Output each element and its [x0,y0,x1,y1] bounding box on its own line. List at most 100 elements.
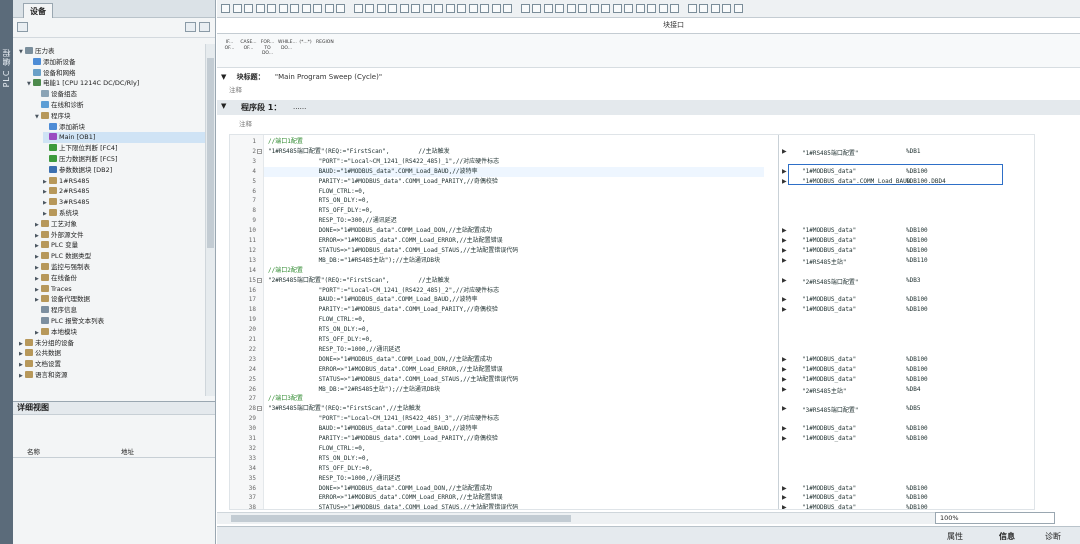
tree-item[interactable]: ▶ PLC 变量 [35,240,205,251]
network-collapse-icon[interactable]: ▼ [221,102,226,110]
tree-item[interactable]: ▶ 2#RS485 [43,186,205,197]
editor-toolbar-button[interactable] [722,4,731,13]
watch-arrow-icon[interactable]: ▶ [782,386,787,393]
editor-toolbar-button[interactable] [411,4,420,13]
instruction-button[interactable]: WHILE... DO... [278,40,297,62]
code-line[interactable]: "PORT":="Local~CM_1241_(RS422_485)_1",//… [268,157,500,167]
code-line[interactable]: "3#RS485端口配置"(REQ:="FirstScan",//主站触发 [268,404,421,414]
plc-programming-side-tab[interactable]: PLC 编程 [0,0,13,544]
zoom-select[interactable]: 100% [935,512,1055,524]
info-tab[interactable]: 信息 [999,531,1015,542]
code-line[interactable]: RTS_OFF_DLY:=0, [268,464,373,474]
editor-toolbar-button[interactable] [480,4,489,13]
tree-item[interactable]: 添加新设备 [27,57,205,68]
tree-item[interactable]: ▶ 1#RS485 [43,176,205,187]
code-line[interactable]: RTS_ON_DLY:=0, [268,325,370,335]
editor-toolbar-button[interactable] [445,4,455,13]
code-line[interactable]: DONE=>"1#MODBUS_data".COMM_Load_DON,//主站… [268,355,492,365]
watch-arrow-icon[interactable]: ▶ [782,306,787,313]
instruction-button[interactable]: REGION [316,40,334,62]
code-line[interactable]: RESP_TO:=1000,//通讯延迟 [268,345,401,355]
devices-tab[interactable]: 设备 [23,3,53,18]
code-line[interactable]: FLOW_CTRL:=0, [268,187,366,197]
editor-toolbar-button[interactable] [365,4,374,13]
tree-item[interactable]: 程序信息 [35,305,205,316]
code-line[interactable]: RESP_TO:=300,//通讯延迟 [268,216,397,226]
code-line[interactable]: RTS_ON_DLY:=0, [268,454,370,464]
tree-item[interactable]: 设备和网络 [27,68,205,79]
tree-item[interactable]: ▶ Traces [35,284,205,295]
editor-toolbar-button[interactable] [468,4,478,13]
editor-toolbar-button[interactable] [555,4,564,13]
watch-arrow-icon[interactable]: ▶ [782,178,787,185]
code-line[interactable]: PARITY:="1#MODBUS_data".COMM_Load_PARITY… [268,434,498,444]
code-line[interactable]: MB_DB:="1#RS485主站");//主站通讯DB块 [268,256,440,266]
editor-toolbar-button[interactable] [647,4,656,13]
editor-toolbar-button[interactable] [324,4,334,13]
fold-toggle-icon[interactable]: − [257,406,262,412]
watch-arrow-icon[interactable]: ▶ [782,148,787,155]
tree-item[interactable]: ▶ 3#RS485 [43,197,205,208]
editor-toolbar-button[interactable] [670,4,679,13]
editor-toolbar-button[interactable] [503,4,512,13]
editor-toolbar-button[interactable] [624,4,633,13]
tree-item[interactable]: ▶ 未分组的设备 [19,338,205,349]
code-line[interactable]: "2#RS485端口配置"(REQ:="FirstScan", //主站触发 [268,276,450,286]
code-line[interactable]: PARITY:="1#MODBUS_data".COMM_Load_PARITY… [268,305,498,315]
code-line[interactable]: RTS_OFF_DLY:=0, [268,335,373,345]
tree-item[interactable]: ▼ 程序块 [35,111,205,122]
code-line[interactable]: ERROR=>"1#MODBUS_data".COMM_Load_ERROR,/… [268,493,503,503]
tree-item[interactable]: 参数数据块 [DB2] [43,165,205,176]
code-line[interactable]: //端口1配置 [268,137,303,147]
instruction-button[interactable]: CASE... OF... [240,40,257,62]
tree-item[interactable]: ▶ 在线备份 [35,273,205,284]
watch-arrow-icon[interactable]: ▶ [782,277,787,284]
editor-toolbar-button[interactable] [267,4,276,13]
editor-toolbar-button[interactable] [255,4,265,13]
tree-item[interactable]: ▼ 电能1 [CPU 1214C DC/DC/Rly] [27,78,205,89]
watch-arrow-icon[interactable]: ▶ [782,168,787,175]
block-interface-tab[interactable]: 块接口 [663,20,684,30]
block-comment[interactable]: 注释 [229,84,242,97]
tree-item[interactable]: ▼ 压力表 [19,46,205,57]
horizontal-scrollbar[interactable] [217,512,937,524]
code-line[interactable]: DONE=>"1#MODBUS_data".COMM_Load_DON,//主站… [268,484,492,494]
tree-item[interactable]: 压力数据判断 [FC5] [43,154,205,165]
instruction-button[interactable]: IF... OF... [221,40,238,62]
editor-toolbar-button[interactable] [532,4,541,13]
detail-col-address[interactable]: 地址 [121,446,134,458]
code-line[interactable]: ERROR=>"1#MODBUS_data".COMM_Load_ERROR,/… [268,236,503,246]
watch-arrow-icon[interactable]: ▶ [782,435,787,442]
watch-arrow-icon[interactable]: ▶ [782,366,787,373]
editor-toolbar-button[interactable] [491,4,501,13]
code-line[interactable]: STATUS=>"1#MODBUS_data".COMM_Load_STAUS,… [268,375,519,385]
editor-toolbar-button[interactable] [733,4,743,13]
project-tree-scrollbar[interactable] [205,44,215,396]
code-line[interactable]: BAUD:="1#MODBUS_data".COMM_Load_BAUD,//波… [268,167,478,177]
watch-arrow-icon[interactable]: ▶ [782,356,787,363]
watch-arrow-icon[interactable]: ▶ [782,485,787,492]
tree-item[interactable]: ▶ 设备代理数据 [35,294,205,305]
code-line[interactable]: BAUD:="1#MODBUS_data".COMM_Load_BAUD,//波… [268,424,478,434]
editor-toolbar-button[interactable] [278,4,288,13]
editor-toolbar-button[interactable] [353,4,363,13]
watch-arrow-icon[interactable]: ▶ [782,405,787,412]
editor-toolbar-button[interactable] [301,4,311,13]
tree-item[interactable]: ▶ 外部源文件 [35,230,205,241]
editor-toolbar-button[interactable] [434,4,443,13]
tree-item[interactable]: Main [OB1] [43,132,205,144]
tree-item[interactable]: ▶ PLC 数据类型 [35,251,205,262]
diagnostics-tab[interactable]: 诊断 [1045,531,1061,542]
code-line[interactable]: ERROR=>"1#MODBUS_data".COMM_Load_ERROR,/… [268,365,503,375]
network-comment[interactable]: 注释 [239,118,252,128]
code-line[interactable]: FLOW_CTRL:=0, [268,315,366,325]
watch-arrow-icon[interactable]: ▶ [782,425,787,432]
tree-item[interactable]: ▶ 监控与强制表 [35,262,205,273]
network-header[interactable]: ▼ 程序段 1： ...... [217,100,1080,115]
tree-item[interactable]: ▶ 公共数据 [19,348,205,359]
collapse-icon[interactable]: ▼ [221,73,226,81]
detail-col-name[interactable]: 名称 [27,446,40,458]
editor-toolbar-button[interactable] [244,4,253,13]
tree-item[interactable]: 在线和诊断 [35,100,205,111]
watch-arrow-icon[interactable]: ▶ [782,376,787,383]
